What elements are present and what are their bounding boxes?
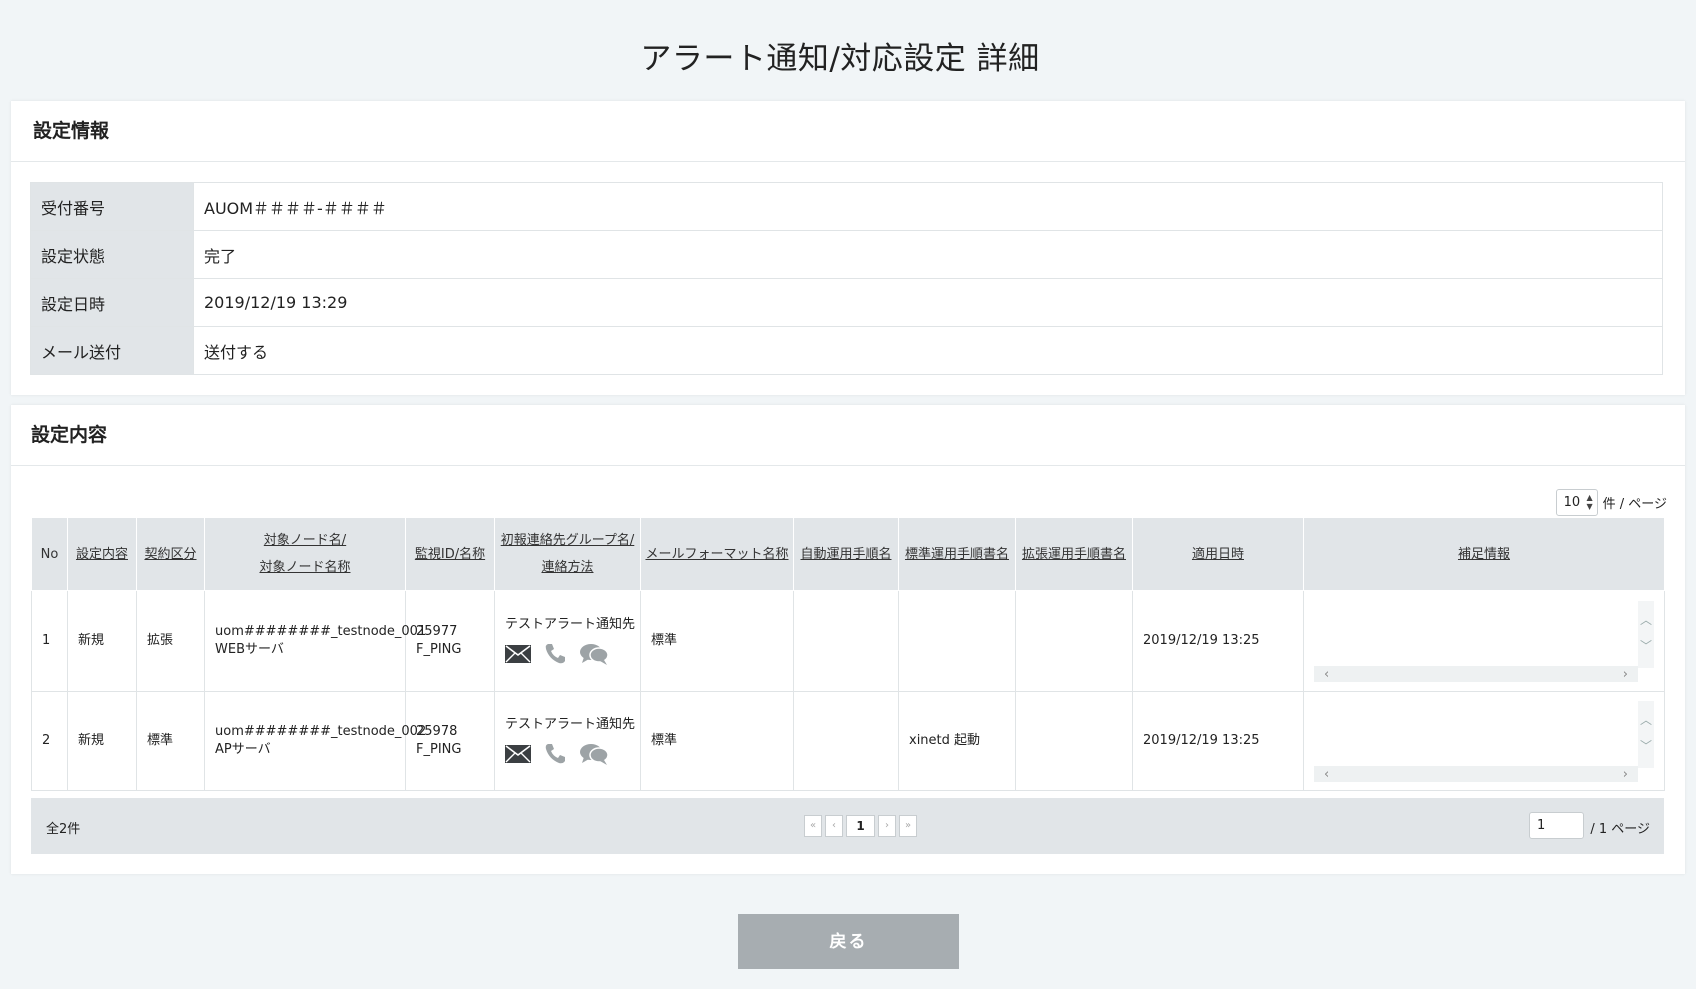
scroll-up-icon: ︿ [1640, 712, 1653, 727]
header-contact[interactable]: 初報連絡先グループ名/連絡方法 [494, 517, 641, 591]
cell-contract: 標準 [136, 691, 205, 791]
cell-monitor: 25977 F_PING [405, 590, 495, 692]
settings-info-title: 設定情報 [11, 101, 1685, 162]
header-monitor[interactable]: 監視ID/名称 [405, 517, 495, 591]
total-count: 全2件 [46, 822, 81, 837]
cell-node: uom########_testnode_002 APサーバ [204, 691, 426, 791]
scroll-left-icon: ‹ [1324, 766, 1330, 782]
scroll-right-icon: › [1622, 766, 1628, 782]
chat-icon [580, 644, 609, 665]
settings-info-table: 受付番号 AUOM＃＃＃＃-＃＃＃＃ 設定状態 完了 設定日時 2019/12/… [30, 182, 1663, 375]
cell-contact: テストアラート通知先 [494, 691, 641, 791]
current-page-button[interactable]: 1 [846, 815, 875, 837]
cell-auto-proc [793, 590, 899, 692]
header-no: No [31, 517, 68, 591]
cell-no: 1 [31, 590, 68, 692]
cell-ext-proc [1015, 590, 1133, 692]
info-label: メール送付 [30, 326, 194, 375]
cell-std-proc: xinetd 起動 [898, 691, 1016, 791]
cell-apply-date: 2019/12/19 13:25 [1132, 590, 1304, 692]
settings-info-panel: 設定情報 受付番号 AUOM＃＃＃＃-＃＃＃＃ 設定状態 完了 設定日時 201… [11, 101, 1685, 395]
scroll-left-icon: ‹ [1324, 666, 1330, 682]
info-row-status: 設定状態 完了 [30, 230, 1663, 279]
horizontal-scrollbar[interactable]: ‹ › [1314, 665, 1638, 682]
mail-icon [505, 645, 531, 663]
info-value: 送付する [193, 326, 1663, 375]
first-page-button[interactable]: « [804, 815, 822, 837]
prev-page-button[interactable]: ‹ [825, 815, 843, 837]
header-ext-proc[interactable]: 拡張運用手順書名 [1015, 517, 1133, 591]
table-header-row: No 設定内容 契約区分 対象ノード名/対象ノード名称 監視ID/名称 初報連絡… [31, 517, 1665, 591]
next-page-button[interactable]: › [878, 815, 896, 837]
mail-icon [505, 745, 531, 763]
info-value: 2019/12/19 13:29 [193, 278, 1663, 327]
cell-mail-format: 標準 [640, 691, 794, 791]
per-page-select[interactable]: 10 ▲ ▼ [1555, 489, 1598, 516]
cell-setting: 新規 [67, 590, 137, 692]
cell-setting: 新規 [67, 691, 137, 791]
info-row-datetime: 設定日時 2019/12/19 13:29 [30, 278, 1663, 327]
cell-memo: ︿ ﹀ ‹ › [1303, 691, 1665, 791]
header-contract[interactable]: 契約区分 [136, 517, 205, 591]
header-setting[interactable]: 設定内容 [67, 517, 137, 591]
cell-memo: ︿ ﹀ ‹ › [1303, 590, 1665, 692]
settings-content-panel: 設定内容 10 ▲ ▼ 件 / ページ No 設定内容 契約区分 対象ノード名/対… [11, 405, 1685, 874]
cell-ext-proc [1015, 691, 1133, 791]
cell-contact: テストアラート通知先 [494, 590, 641, 692]
header-node[interactable]: 対象ノード名/対象ノード名称 [204, 517, 406, 591]
back-button[interactable]: 戻る [738, 914, 959, 969]
page-number-input[interactable]: 1 [1529, 812, 1584, 839]
settings-content-title: 設定内容 [11, 405, 1685, 466]
cell-no: 2 [31, 691, 68, 791]
page-count-suffix: / 1 ページ [1590, 822, 1650, 837]
memo-scroll-area[interactable]: ︿ ﹀ ‹ › [1314, 600, 1654, 682]
pagination-bar: 全2件 « ‹ 1 › » 1 / 1 ページ [31, 798, 1664, 854]
phone-icon [545, 644, 565, 664]
cell-apply-date: 2019/12/19 13:25 [1132, 691, 1304, 791]
phone-icon [545, 744, 565, 764]
info-row-mail: メール送付 送付する [30, 326, 1663, 375]
table-row: 1 新規 拡張 uom########_testnode_001 WEBサーバ 2… [31, 590, 1665, 692]
header-apply-date[interactable]: 適用日時 [1132, 517, 1304, 591]
vertical-scrollbar[interactable]: ︿ ﹀ [1638, 600, 1654, 668]
scroll-down-icon: ﹀ [1640, 738, 1653, 753]
scroll-up-icon: ︿ [1640, 612, 1653, 627]
per-page-suffix: 件 / ページ [1602, 497, 1667, 512]
cell-node: uom########_testnode_001 WEBサーバ [204, 590, 426, 692]
last-page-button[interactable]: » [899, 815, 917, 837]
chat-icon [580, 744, 609, 765]
header-std-proc[interactable]: 標準運用手順書名 [898, 517, 1016, 591]
scroll-down-icon: ﹀ [1640, 638, 1653, 653]
info-value: AUOM＃＃＃＃-＃＃＃＃ [193, 182, 1663, 231]
info-label: 設定日時 [30, 278, 194, 327]
info-label: 設定状態 [30, 230, 194, 279]
header-auto-proc[interactable]: 自動運用手順名 [793, 517, 899, 591]
table-row: 2 新規 標準 uom########_testnode_002 APサーバ 25… [31, 691, 1665, 791]
page-title: アラート通知/対応設定 詳細 [640, 41, 1040, 77]
horizontal-scrollbar[interactable]: ‹ › [1314, 765, 1638, 782]
contact-group-name: テストアラート通知先 [505, 717, 636, 732]
cell-std-proc [898, 590, 1016, 692]
info-value: 完了 [193, 230, 1663, 279]
settings-content-table: No 設定内容 契約区分 対象ノード名/対象ノード名称 監視ID/名称 初報連絡… [31, 517, 1665, 791]
header-mail-format[interactable]: メールフォーマット名称 [640, 517, 794, 591]
vertical-scrollbar[interactable]: ︿ ﹀ [1638, 700, 1654, 768]
cell-contract: 拡張 [136, 590, 205, 692]
contact-group-name: テストアラート通知先 [505, 617, 636, 632]
cell-monitor: 25978 F_PING [405, 691, 495, 791]
memo-scroll-area[interactable]: ︿ ﹀ ‹ › [1314, 700, 1654, 782]
scroll-right-icon: › [1622, 666, 1628, 682]
header-memo[interactable]: 補足情報 [1303, 517, 1665, 591]
info-row-receipt: 受付番号 AUOM＃＃＃＃-＃＃＃＃ [30, 182, 1663, 231]
pagination-buttons: « ‹ 1 › » [804, 815, 917, 837]
per-page-control: 10 ▲ ▼ 件 / ページ [1555, 489, 1667, 516]
info-label: 受付番号 [30, 182, 194, 231]
select-arrows-icon: ▲ ▼ [1586, 493, 1593, 511]
cell-mail-format: 標準 [640, 590, 794, 692]
cell-auto-proc [793, 691, 899, 791]
